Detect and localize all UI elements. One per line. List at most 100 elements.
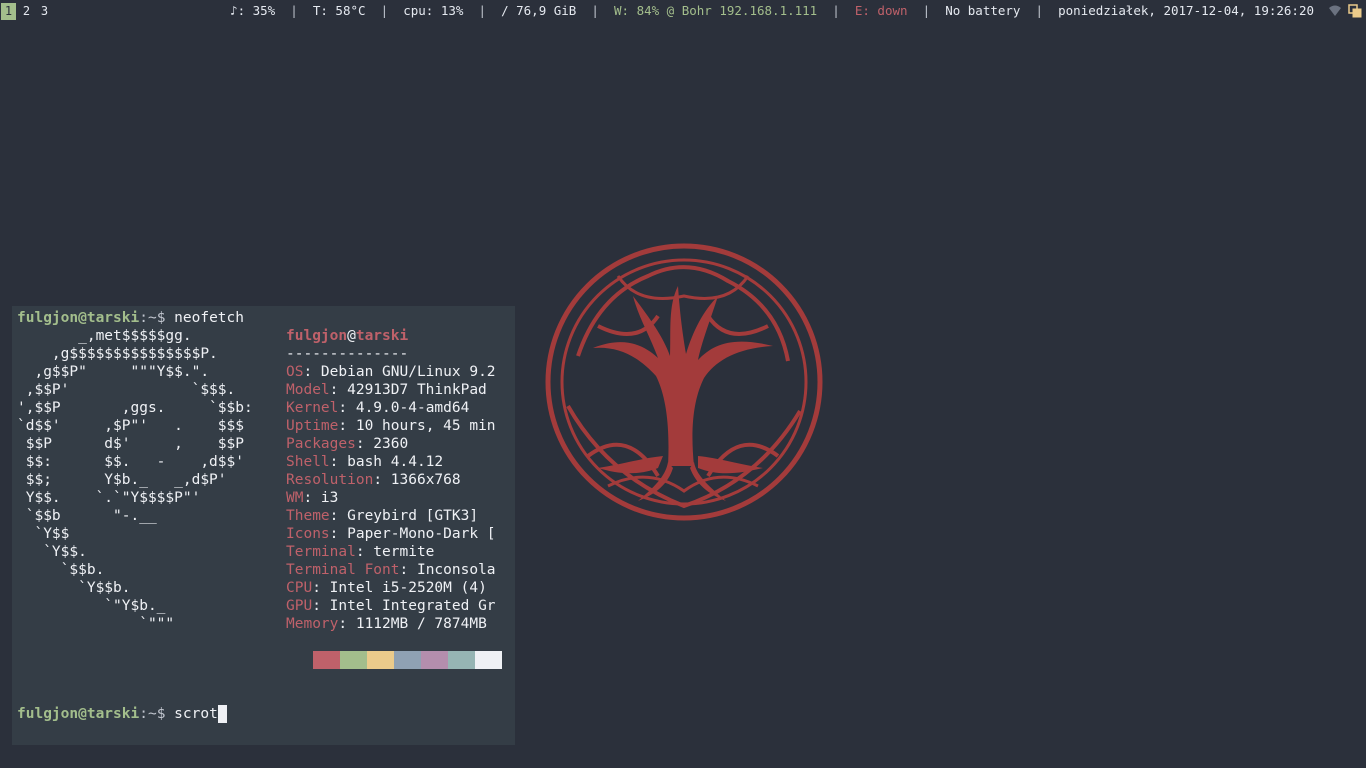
info-row: CPU: Intel i5-2520M (4) bbox=[286, 579, 512, 597]
separator: | bbox=[290, 3, 298, 18]
info-key: CPU bbox=[286, 580, 313, 596]
ascii-line: $$; Y$b._ _,d$P' bbox=[17, 472, 227, 488]
volume-status: ♪: 35% bbox=[230, 3, 276, 18]
palette-swatch bbox=[286, 651, 313, 669]
ascii-line: `$$b. bbox=[17, 562, 105, 578]
workspace-button-3[interactable]: 3 bbox=[37, 3, 52, 20]
info-key: Shell bbox=[286, 454, 330, 470]
info-title-at: @ bbox=[347, 328, 356, 344]
info-key: Terminal bbox=[286, 544, 356, 560]
ascii-line: `""" bbox=[17, 616, 175, 632]
info-row: WM: i3 bbox=[286, 489, 512, 507]
separator: | bbox=[1035, 3, 1044, 18]
palette-swatch bbox=[340, 651, 367, 669]
info-row: GPU: Intel Integrated Gr bbox=[286, 597, 512, 615]
info-title-host: tarski bbox=[355, 328, 409, 344]
command-input[interactable]: scrot bbox=[174, 706, 218, 722]
ascii-line: `"Y$b._ bbox=[17, 598, 166, 614]
prompt-host: tarski bbox=[86, 310, 140, 326]
info-value: : i3 bbox=[303, 490, 339, 506]
temperature-status: T: 58°C bbox=[312, 3, 366, 18]
status-line: ♪: 35% | T: 58°C | cpu: 13% | / 76,9 GiB… bbox=[230, 0, 1314, 22]
info-key: Theme bbox=[286, 508, 330, 524]
workspace-button-2[interactable]: 2 bbox=[19, 3, 34, 20]
ethernet-status: E: down bbox=[854, 3, 908, 18]
terminal-window[interactable]: fulgjon@tarski:~$ neofetch _,met$$$$$gg.… bbox=[12, 306, 515, 745]
info-row: Packages: 2360 bbox=[286, 435, 512, 453]
info-value: : Inconsola bbox=[399, 562, 496, 578]
info-key: Resolution bbox=[286, 472, 374, 488]
info-row: Terminal Font: Inconsola bbox=[286, 561, 512, 579]
ascii-line: _,met$$$$$gg. bbox=[17, 328, 192, 344]
info-row: Resolution: 1366x768 bbox=[286, 471, 512, 489]
i3bar: 1 2 3 ♪: 35% | T: 58°C | cpu: 13% | / 76… bbox=[0, 0, 1366, 22]
info-title: fulgjon@tarski bbox=[286, 327, 512, 345]
ascii-line: ',$$P ,ggs. `$$b: bbox=[17, 400, 253, 416]
separator: | bbox=[478, 3, 487, 18]
separator: | bbox=[380, 3, 389, 18]
system-tray bbox=[1328, 4, 1362, 18]
prompt-user: fulgjon bbox=[17, 706, 79, 722]
info-value: : 1112MB / 7874MB bbox=[338, 616, 487, 632]
info-key: Kernel bbox=[286, 400, 339, 416]
info-value: : Paper-Mono-Dark [ bbox=[329, 526, 496, 542]
info-key: Model bbox=[286, 382, 330, 398]
prompt-at: @ bbox=[78, 706, 87, 722]
info-value: : Intel Integrated Gr bbox=[312, 598, 496, 614]
color-palette bbox=[286, 651, 502, 669]
command-text: neofetch bbox=[174, 310, 244, 326]
info-key: GPU bbox=[286, 598, 313, 614]
tree-of-life-wallpaper bbox=[545, 243, 823, 521]
info-list: OS: Debian GNU/Linux 9.2 Model: 42913D7 T… bbox=[286, 363, 512, 633]
palette-swatch bbox=[367, 651, 394, 669]
battery-status: No battery bbox=[945, 3, 1021, 18]
window-stack-icon[interactable] bbox=[1348, 4, 1362, 18]
info-row: Icons: Paper-Mono-Dark [ bbox=[286, 525, 512, 543]
prompt-at: @ bbox=[78, 310, 87, 326]
ascii-line: ,g$$P" """Y$$.". bbox=[17, 364, 210, 380]
info-key: Packages bbox=[286, 436, 356, 452]
palette-swatch bbox=[421, 651, 448, 669]
wireless-icon[interactable] bbox=[1328, 4, 1342, 18]
info-row: Uptime: 10 hours, 45 min bbox=[286, 417, 512, 435]
cpu-status: cpu: 13% bbox=[403, 3, 464, 18]
prompt-host: tarski bbox=[86, 706, 140, 722]
debian-ascii-logo: _,met$$$$$gg. ,g$$$$$$$$$$$$$$$P. ,g$$P"… bbox=[17, 327, 253, 633]
info-value: : Debian GNU/Linux 9.2 bbox=[303, 364, 496, 380]
palette-swatch bbox=[448, 651, 475, 669]
datetime-status: poniedziałek, 2017-12-04, 19:26:20 bbox=[1058, 3, 1314, 18]
info-key: Terminal Font bbox=[286, 562, 400, 578]
text-cursor bbox=[217, 705, 227, 723]
info-value: : 10 hours, 45 min bbox=[338, 418, 496, 434]
info-value: : 1366x768 bbox=[373, 472, 461, 488]
separator: | bbox=[922, 3, 931, 18]
info-row: Shell: bash 4.4.12 bbox=[286, 453, 512, 471]
info-key: OS bbox=[286, 364, 304, 380]
prompt-path: :~$ bbox=[139, 706, 175, 722]
workspace-button-1[interactable]: 1 bbox=[1, 3, 16, 20]
info-key: Icons bbox=[286, 526, 330, 542]
info-key: Uptime bbox=[286, 418, 339, 434]
palette-swatch bbox=[313, 651, 340, 669]
wireless-status: W: 84% @ Bohr 192.168.1.111 bbox=[614, 3, 818, 18]
prompt-line-1: fulgjon@tarski:~$ neofetch bbox=[17, 309, 244, 327]
info-value: : Greybird [GTK3] bbox=[329, 508, 479, 524]
ascii-line: `Y$$b. bbox=[17, 580, 131, 596]
info-value: : 2360 bbox=[355, 436, 409, 452]
info-value: : termite bbox=[355, 544, 435, 560]
ascii-line: $$P d$' , $$P bbox=[17, 436, 244, 452]
info-row: Model: 42913D7 ThinkPad bbox=[286, 381, 512, 399]
separator: | bbox=[832, 3, 840, 18]
info-value: : bash 4.4.12 bbox=[329, 454, 444, 470]
ascii-line: Y$$. `.`"Y$$$$P"' bbox=[17, 490, 201, 506]
prompt-path: :~$ bbox=[139, 310, 175, 326]
info-row: Theme: Greybird [GTK3] bbox=[286, 507, 512, 525]
palette-swatch bbox=[475, 651, 502, 669]
ascii-line: `$$b "-.__ bbox=[17, 508, 157, 524]
info-row: OS: Debian GNU/Linux 9.2 bbox=[286, 363, 512, 381]
info-row: Terminal: termite bbox=[286, 543, 512, 561]
ascii-line: ,$$P' `$$$. bbox=[17, 382, 236, 398]
prompt-user: fulgjon bbox=[17, 310, 79, 326]
prompt-line-2[interactable]: fulgjon@tarski:~$ scrot bbox=[17, 705, 227, 723]
info-title-user: fulgjon bbox=[286, 328, 348, 344]
